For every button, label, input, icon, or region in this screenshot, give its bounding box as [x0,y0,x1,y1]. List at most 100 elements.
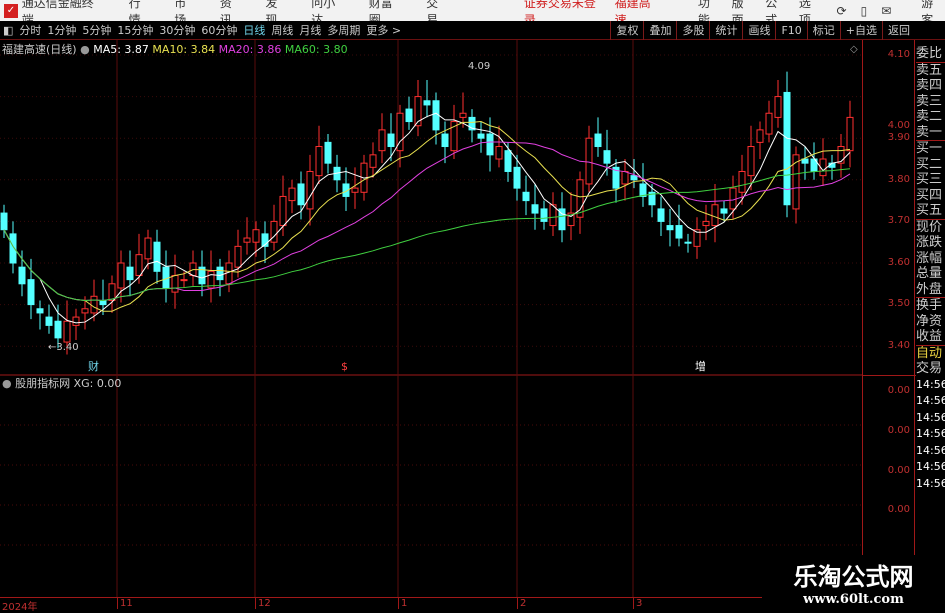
app-logo-icon: ✓ [4,3,18,18]
candle-up [495,146,503,160]
candle-up [306,170,314,210]
menu-bar: ✓ 通达信金融终端 行情 市场 资讯 发现 问小达 财富圈 交易 证券交易未登录… [0,0,945,27]
quote-panel-item: 14:56 [916,443,945,457]
candle-up [702,220,710,227]
period-60min[interactable]: 60分钟 [198,22,240,38]
ma60-value: MA60: 3.80 [284,43,348,56]
period-30min[interactable]: 30分钟 [156,22,198,38]
candle-down [216,266,224,281]
period-weekly[interactable]: 周线 [268,22,296,38]
period-toolbar: ◧ 分时 1分钟 5分钟 15分钟 30分钟 60分钟 日线 周线 月线 多周期… [0,21,945,40]
candle-down [99,299,107,306]
event-marker: 增 [695,359,706,373]
candle-down [297,183,305,206]
panel-toggle-icon[interactable]: ◧ [0,24,16,37]
candle-up [252,229,260,243]
period-1min[interactable]: 1分钟 [44,22,79,38]
period-5min[interactable]: 5分钟 [79,22,114,38]
candle-up [765,112,773,135]
quote-panel-item: 卖三 [916,93,943,109]
indicator-settings-icon[interactable]: ● [2,377,12,390]
watermark-name: 乐淘公式网 [793,562,914,591]
candle-down [126,266,134,281]
candle-down [441,133,449,148]
candle-down [36,308,44,314]
candle-down [666,225,674,231]
price-label: 3.50 [887,298,910,309]
indicator-axis-label: 0.00 [887,465,910,476]
phone-icon[interactable]: ▯ [861,4,868,18]
quote-panel-item: 14:56 [916,427,945,440]
period-daily[interactable]: 日线 [240,22,268,38]
candle-down [405,108,413,123]
candle-down [522,191,530,202]
event-marker: 财 [88,359,99,373]
indicator-name: 股朋指标网 [15,377,71,390]
high-price-annotation: 4.09 [468,61,490,72]
quote-panel-item: 买四 [916,187,943,203]
candle-down [675,225,683,239]
price-label: 3.80 [887,174,910,185]
ma-settings-icon[interactable]: ● [80,43,90,56]
candle-up [459,112,467,118]
low-price-annotation: ←3.40 [48,342,79,353]
quote-panel-item: 买一 [916,140,945,157]
candle-down [603,150,611,164]
tool-back[interactable]: 返回 [882,21,915,40]
quote-panel-item: 14:56 [916,394,945,407]
candle-up [81,308,89,314]
period-more[interactable]: 更多 > [363,22,404,38]
candle-down [54,320,62,339]
candle-up [729,187,737,210]
period-monthly[interactable]: 月线 [296,22,324,38]
price-label: 3.90 [887,132,910,143]
tool-adjust[interactable]: 复权 [610,21,643,40]
stock-title: 福建高速(日线) [2,43,77,56]
ma60-line [3,168,851,301]
date-label: 12 [255,598,271,609]
quote-panel-item: 外盘 [916,281,943,297]
tool-multi-stock[interactable]: 多股 [676,21,709,40]
quote-panel-item: 自动 [916,344,945,362]
ma5-value: MA5: 3.87 [93,43,149,56]
quote-panel-item: 卖四 [916,78,943,93]
tool-add-watchlist[interactable]: +自选 [839,21,882,40]
refresh-icon[interactable]: ⟳ [837,4,847,18]
candle-up [621,170,629,185]
quote-panel-item: 买二 [916,156,943,172]
event-marker: $ [341,360,348,373]
quote-panel-item: 涨跌 [916,235,943,250]
ma10-value: MA10: 3.84 [152,43,216,56]
tool-stats[interactable]: 统计 [709,21,742,40]
kline-chart[interactable]: 4.09 ←3.40 财 $ 增 ◇ [0,40,862,597]
date-label: 1 [398,598,407,609]
candle-down [594,133,602,148]
candle-up [756,129,764,143]
period-multi[interactable]: 多周期 [324,22,363,38]
candle-up [135,254,143,276]
tool-overlay[interactable]: 叠加 [643,21,676,40]
tool-mark[interactable]: 标记 [806,21,840,40]
quote-panel: 委比 卖五 卖四 卖三 卖二 卖一 买一 买二 买三 买四 买五 现价 涨跌 涨幅 总量 外盘 换手 净资 收益 自动… [916,40,945,597]
candle-down [783,91,791,206]
candle-up [747,146,755,177]
price-axis: 4.10 4.00 3.90 3.80 3.70 3.60 3.50 3.40 … [862,40,916,597]
period-15min[interactable]: 15分钟 [114,22,156,38]
quote-panel-item: 卖二 [916,109,943,124]
candle-up [378,129,386,152]
price-label: 4.00 [887,120,910,131]
candle-down [486,133,494,156]
candle-down [0,212,8,231]
candle-up [171,274,179,293]
candle-up [846,116,854,152]
candle-down [27,279,35,306]
candle-down [504,150,512,172]
price-label: 4.10 [887,49,910,60]
period-intraday[interactable]: 分时 [16,22,44,38]
quote-panel-item: 现价 [916,218,945,236]
quote-panel-item: 14:56 [916,476,945,490]
tool-draw[interactable]: 画线 [742,21,775,40]
message-icon[interactable]: ✉ [881,4,891,18]
candle-up [270,220,278,243]
tool-f10[interactable]: F10 [775,21,806,40]
